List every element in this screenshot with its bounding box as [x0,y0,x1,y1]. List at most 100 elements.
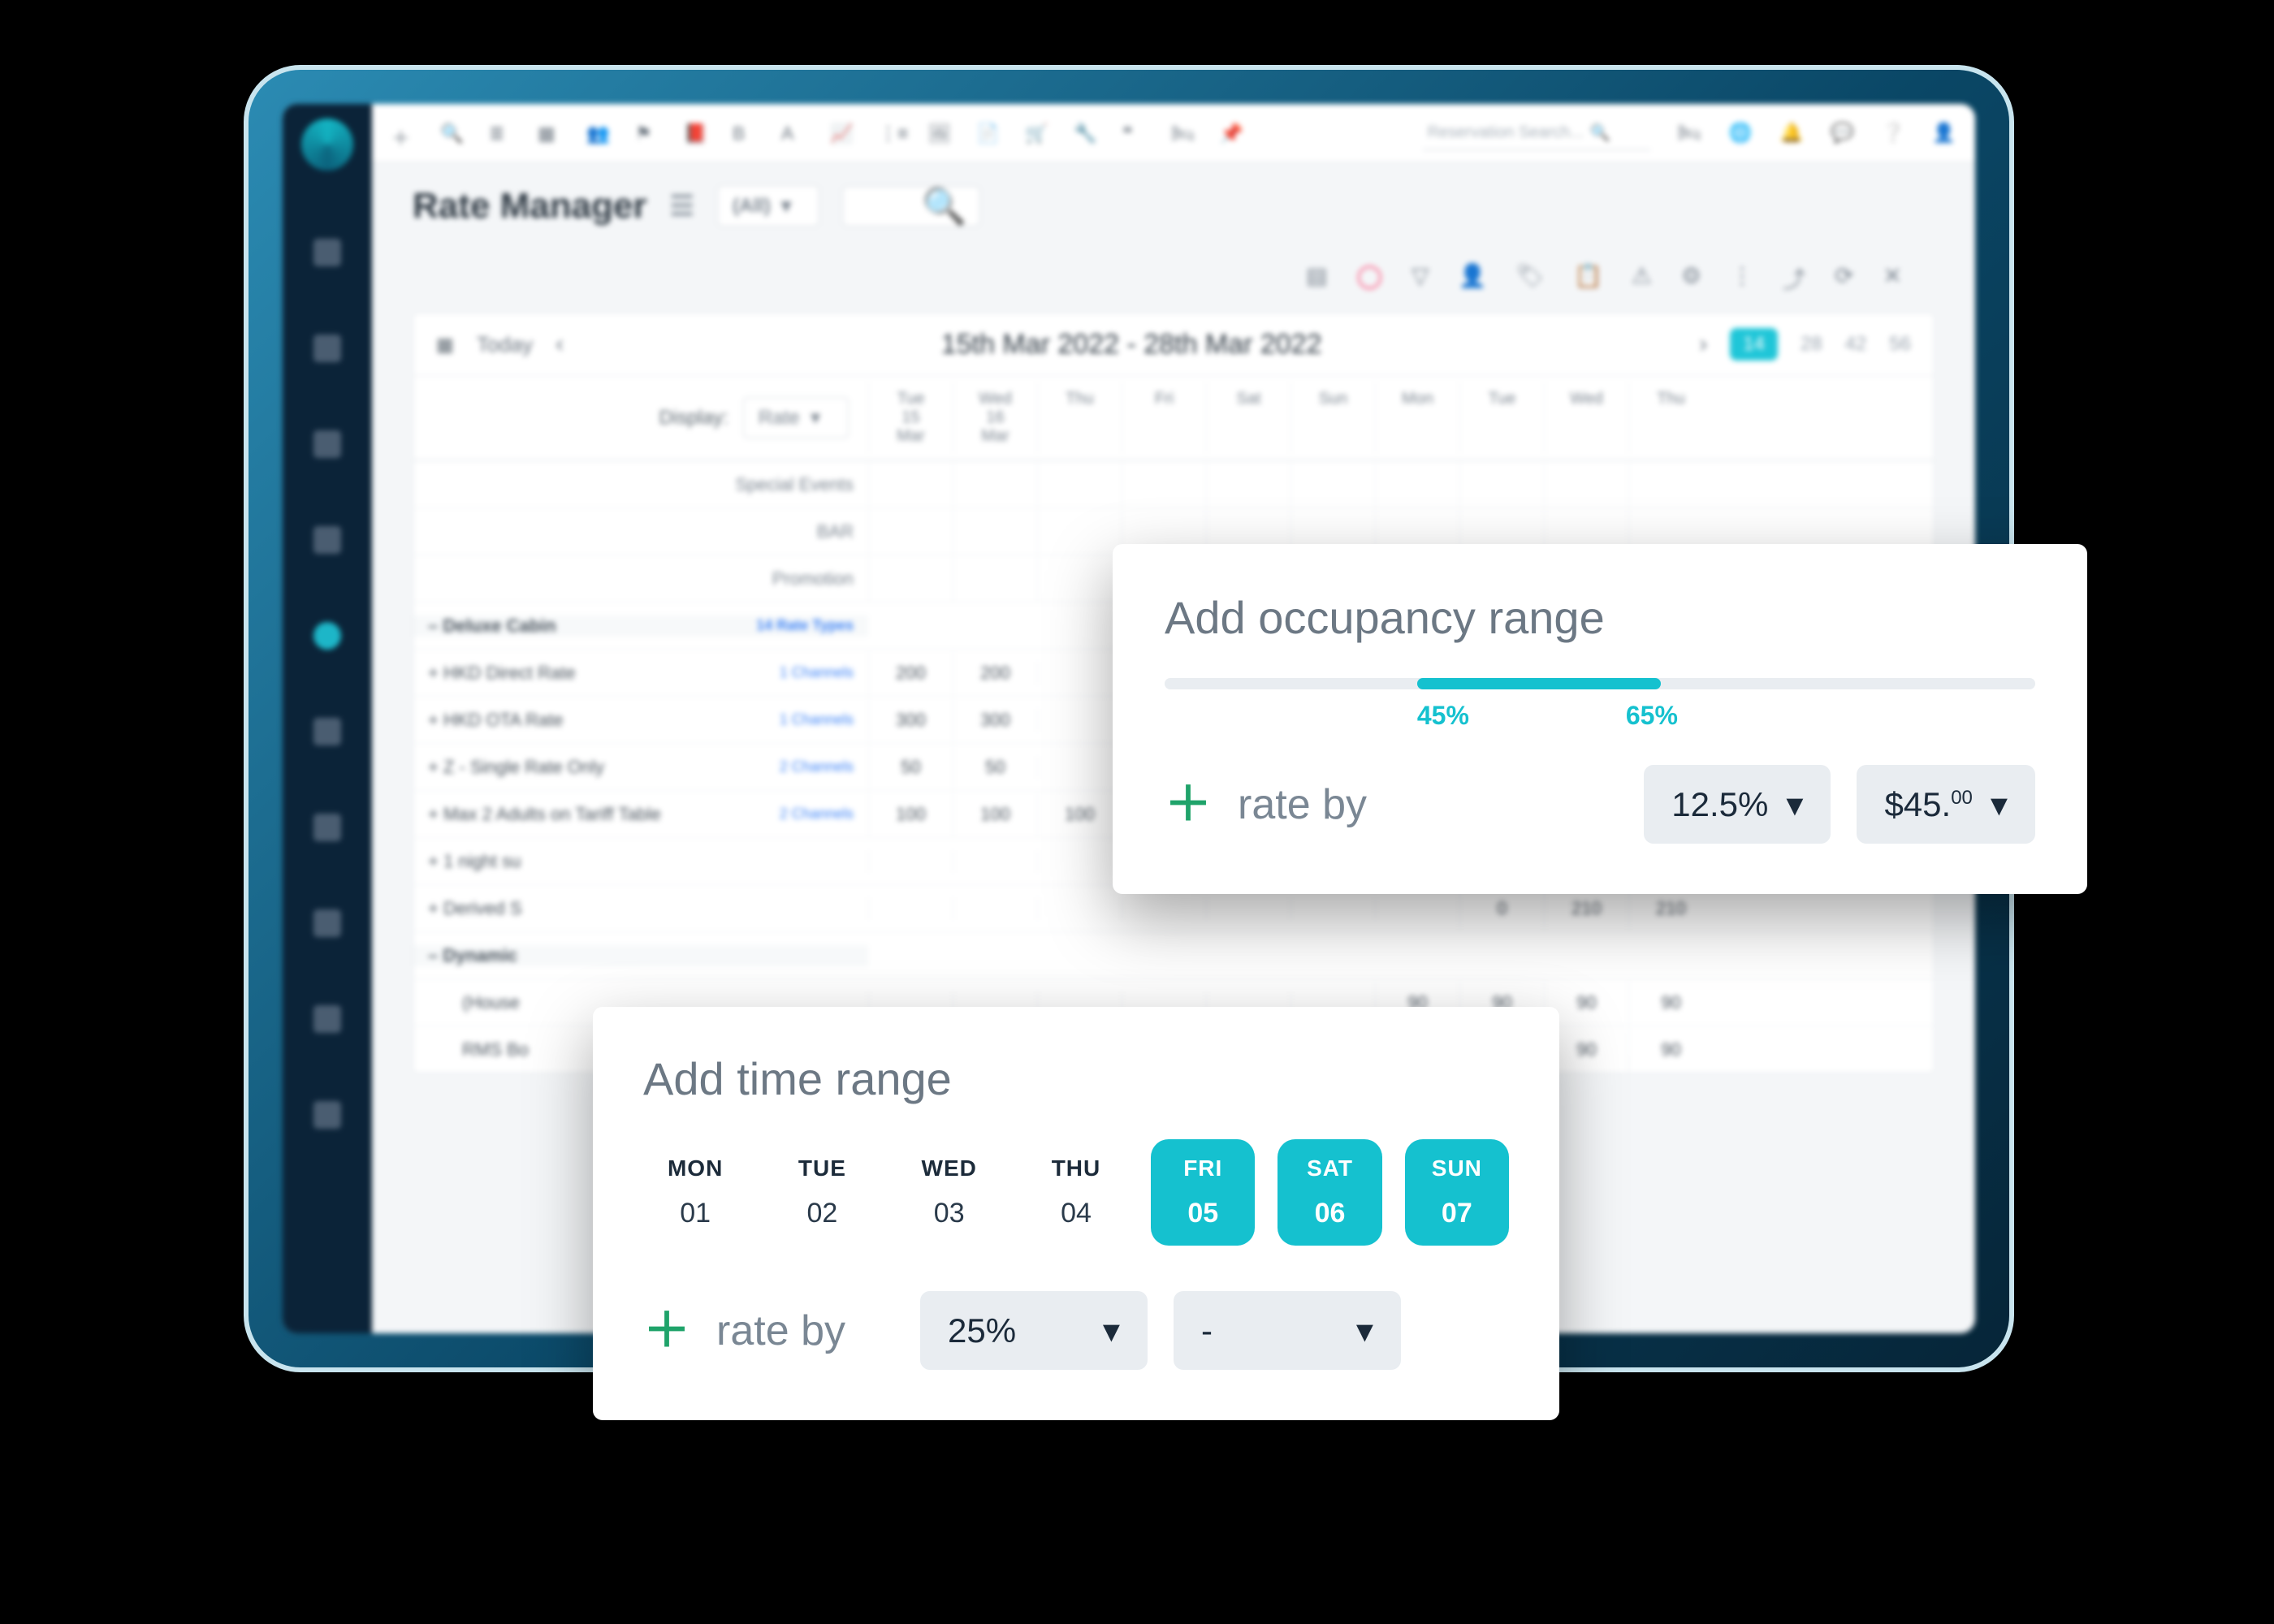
tb-cart-icon[interactable]: 🛒 [1025,123,1046,144]
tb-book-icon[interactable]: 📕 [684,123,705,144]
info-row: Special Events.......... [413,460,1934,508]
tb-a-icon[interactable]: A [781,123,802,144]
section-dynamic[interactable]: – Dynamic [413,931,1934,978]
day-header: Tue [1459,382,1544,454]
rate-by-label: rate by [716,1307,845,1355]
day-header: Sat [1206,382,1290,454]
layers-icon[interactable]: ☰ [670,190,694,222]
tb-doc-icon[interactable]: 📄 [976,123,997,144]
act-clipboard-icon[interactable]: 📋 [1574,262,1602,295]
day-header: Tue15Mar [868,382,953,454]
tb-bell-icon[interactable]: 🔔 [1779,122,1803,144]
nav-bed-icon[interactable] [313,718,341,745]
nav-gauge-icon[interactable] [313,1005,341,1033]
occupancy-high: 65% [1626,701,1678,731]
day-toggle-mon[interactable]: MON01 [643,1139,747,1246]
today-button[interactable]: Today [477,332,533,357]
display-label: Display: [659,407,728,430]
tb-bed-icon[interactable]: 🛏 [1171,123,1192,144]
act-close-icon[interactable]: ✕ [1883,262,1902,295]
occupancy-amount-select[interactable]: $45.00 ▾ [1857,765,2035,844]
tb-bed2-icon[interactable]: 🛏 [1678,122,1701,144]
tb-plus-icon[interactable]: ＋ [391,123,413,144]
page-header: Rate Manager ☰ (All) ▾ 🔍 [413,185,1935,227]
span-chip-56[interactable]: 56 [1889,333,1911,356]
day-header: Wed16Mar [953,382,1037,454]
tb-grid-icon[interactable]: ▦ [538,123,559,144]
day-header: Thu [1037,382,1122,454]
tb-wrench-icon[interactable]: 🔧 [1074,123,1095,144]
reservation-search-input[interactable]: Reservation Search... 🔍 [1423,116,1650,150]
span-chip-14[interactable]: 14 [1730,328,1778,361]
nav-globe-icon[interactable] [313,622,341,650]
day-toggle-fri[interactable]: FRI05 [1151,1139,1255,1246]
nav-grid-icon[interactable] [313,239,341,266]
tb-help-icon[interactable]: ❔ [1882,122,1905,144]
time-percent-select[interactable]: 25% ▾ [920,1291,1148,1370]
day-header: Wed [1544,382,1628,454]
span-chip-42[interactable]: 42 [1845,333,1867,356]
day-toggle-wed[interactable]: WED03 [897,1139,1001,1246]
tb-people-icon[interactable]: 👥 [586,123,607,144]
page-title: Rate Manager [413,186,647,227]
nav-chart-icon[interactable] [313,335,341,362]
nav-card-icon[interactable] [313,526,341,554]
day-toggle-sat[interactable]: SAT06 [1278,1139,1381,1246]
filter-select[interactable]: (All) ▾ [717,185,819,227]
calendar-header: ▦ Today ‹ 15th Mar 2022 - 28th Mar 2022 … [413,313,1934,376]
tb-bold-icon[interactable]: B [733,123,754,144]
prev-range-button[interactable]: ‹ [556,330,564,358]
time-title: Add time range [643,1052,1509,1105]
day-header: Thu [1628,382,1713,454]
date-range-label: 15th Mar 2022 - 28th Mar 2022 [586,329,1676,361]
tb-bullet-icon[interactable]: ⋮≡ [879,123,900,144]
act-export-icon[interactable]: ⤴ [1783,262,1805,295]
tb-image-icon[interactable]: 🖼 [927,123,949,144]
act-info-icon[interactable]: ⋮ [1731,262,1753,295]
nav-briefcase-icon[interactable] [313,909,341,937]
tb-chat-icon[interactable]: 💬 [1831,122,1854,144]
tb-pin-icon[interactable]: 📌 [1220,123,1241,144]
day-toggle-sun[interactable]: SUN07 [1405,1139,1509,1246]
occupancy-slider[interactable] [1165,678,2035,689]
plus-icon: ＋ [643,1307,690,1354]
tb-search-icon[interactable]: 🔍 [440,123,461,144]
span-chip-28[interactable]: 28 [1801,333,1822,356]
nav-check-icon[interactable] [313,1101,341,1129]
top-toolbar: ＋ 🔍 ≣ ▦ 👥 ⚑ 📕 B A 📈 ⋮≡ 🖼 📄 🛒 🔧 ❝ 🛏 📌 Res… [372,104,1975,162]
act-gear-icon[interactable]: ⚙ [1681,262,1701,295]
rate-by-label: rate by [1238,780,1367,829]
search-icon: 🔍 [1590,123,1610,143]
display-select[interactable]: Rate ▾ [743,397,849,438]
occupancy-title: Add occupancy range [1165,591,2035,644]
tb-quote-icon[interactable]: ❝ [1122,123,1143,144]
act-comment-icon[interactable]: ◯ [1357,262,1382,295]
act-tag-icon[interactable]: 🏷 [1515,262,1545,295]
tb-flag-icon[interactable]: ⚑ [635,123,656,144]
nav-pie-icon[interactable] [313,814,341,841]
occupancy-slider-labels: 45% 65% [1165,701,2035,731]
calendar-subheader: Display: Rate ▾ Tue15MarWed16MarThuFriSa… [413,376,1934,460]
mini-search-input[interactable]: 🔍 [842,186,980,227]
day-toggle-tue[interactable]: TUE02 [770,1139,874,1246]
caret-down-icon: ▾ [1991,784,2008,824]
act-warn-icon[interactable]: ⚠ [1632,262,1652,295]
tb-globe-icon[interactable]: 🌐 [1729,122,1753,144]
time-amount-select[interactable]: - ▾ [1174,1291,1401,1370]
occupancy-percent-select[interactable]: 12.5% ▾ [1644,765,1831,844]
nav-plus-icon[interactable] [313,430,341,458]
tb-list-icon[interactable]: ≣ [489,123,510,144]
act-user-icon[interactable]: 👤 [1459,262,1487,295]
tb-chart-icon[interactable]: 📈 [830,123,851,144]
act-note-icon[interactable]: ▤ [1306,262,1327,295]
act-filter-icon[interactable]: ▽ [1412,262,1429,295]
time-range-card: Add time range MON01TUE02WED03THU04FRI05… [593,1007,1559,1420]
plus-icon: ＋ [1165,781,1212,828]
occupancy-low: 45% [1417,701,1469,731]
tb-user-icon[interactable]: 👤 [1932,122,1956,144]
act-refresh-icon[interactable]: ⟳ [1835,262,1853,295]
next-range-button[interactable]: › [1699,330,1707,358]
caret-down-icon: ▾ [1356,1311,1373,1350]
day-toggle-thu[interactable]: THU04 [1024,1139,1128,1246]
caret-down-icon: ▾ [1103,1311,1120,1350]
